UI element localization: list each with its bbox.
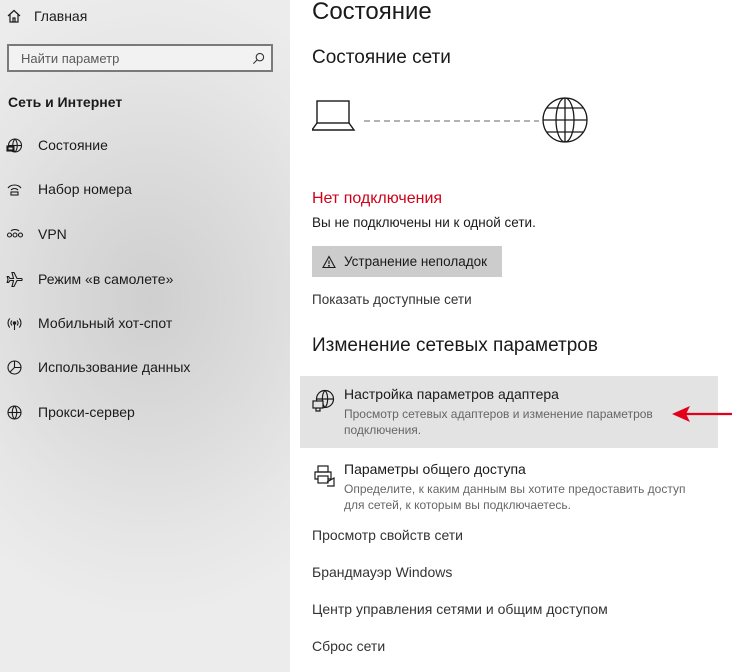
sidebar-item-label: Использование данных xyxy=(38,359,191,375)
network-status-icon xyxy=(6,137,23,153)
network-properties-link[interactable]: Просмотр свойств сети xyxy=(312,527,463,543)
network-center-link[interactable]: Центр управления сетями и общим доступом xyxy=(312,601,608,617)
sidebar-item-dial-up[interactable]: Набор номера xyxy=(6,178,132,200)
warning-icon xyxy=(322,254,336,268)
troubleshoot-label: Устранение неполадок xyxy=(344,254,488,269)
data-usage-icon xyxy=(7,359,22,375)
sidebar-item-hotspot[interactable]: Мобильный хот-спот xyxy=(6,312,172,334)
sidebar-item-vpn[interactable]: VPN xyxy=(6,223,67,245)
connection-description: Вы не подключены ни к одной сети. xyxy=(312,215,536,230)
troubleshoot-button[interactable]: Устранение неполадок xyxy=(312,246,502,277)
network-status-heading: Состояние сети xyxy=(312,47,451,68)
sidebar-item-label: Набор номера xyxy=(38,181,132,197)
home-link[interactable]: Главная xyxy=(6,6,87,26)
sharing-options-title: Параметры общего доступа xyxy=(344,461,526,477)
change-settings-heading: Изменение сетевых параметров xyxy=(312,335,598,356)
sharing-options-desc: Определите, к каким данным вы хотите пре… xyxy=(344,482,686,512)
vpn-icon xyxy=(6,228,23,238)
adapter-settings-option[interactable]: Настройка параметров адаптера Просмотр с… xyxy=(300,376,718,448)
sidebar-item-label: Состояние xyxy=(38,137,108,153)
annotation-arrow xyxy=(672,406,732,422)
laptop-icon xyxy=(312,100,356,131)
page-title: Состояние xyxy=(312,0,432,25)
search-input[interactable] xyxy=(19,49,252,67)
adapter-settings-desc: Просмотр сетевых адаптеров и изменение п… xyxy=(344,407,653,437)
sharing-icon xyxy=(314,465,335,487)
adapter-settings-title: Настройка параметров адаптера xyxy=(344,386,559,402)
settings-sidebar: Главная Сеть и Интернет Состояние Набор … xyxy=(0,0,290,672)
search-box[interactable] xyxy=(7,44,273,72)
firewall-link[interactable]: Брандмауэр Windows xyxy=(312,564,452,580)
dial-up-icon xyxy=(7,183,22,196)
search-icon[interactable] xyxy=(252,52,265,65)
section-title: Сеть и Интернет xyxy=(8,94,123,110)
connection-status: Нет подключения xyxy=(312,190,443,207)
sidebar-item-data-usage[interactable]: Использование данных xyxy=(6,356,190,378)
sharing-options-option[interactable]: Параметры общего доступа Определите, к к… xyxy=(300,451,718,523)
adapter-settings-icon xyxy=(312,389,335,412)
globe-icon xyxy=(7,404,22,420)
internet-globe-icon xyxy=(542,97,588,143)
sidebar-item-label: VPN xyxy=(38,226,67,242)
sidebar-item-proxy[interactable]: Прокси-сервер xyxy=(6,401,135,423)
home-label: Главная xyxy=(34,8,88,24)
sidebar-item-label: Прокси-сервер xyxy=(38,404,135,420)
home-icon xyxy=(7,9,21,23)
airplane-icon xyxy=(6,271,23,287)
network-reset-link[interactable]: Сброс сети xyxy=(312,638,385,654)
sidebar-item-label: Мобильный хот-спот xyxy=(38,315,173,331)
sidebar-item-label: Режим «в самолете» xyxy=(38,271,174,287)
show-networks-link[interactable]: Показать доступные сети xyxy=(312,292,472,307)
sidebar-item-airplane[interactable]: Режим «в самолете» xyxy=(6,268,173,290)
main-content: Состояние Состояние сети Нет подключения… xyxy=(290,0,750,672)
network-diagram xyxy=(312,97,588,143)
hotspot-icon xyxy=(7,317,22,330)
sidebar-item-status[interactable]: Состояние xyxy=(6,134,108,156)
